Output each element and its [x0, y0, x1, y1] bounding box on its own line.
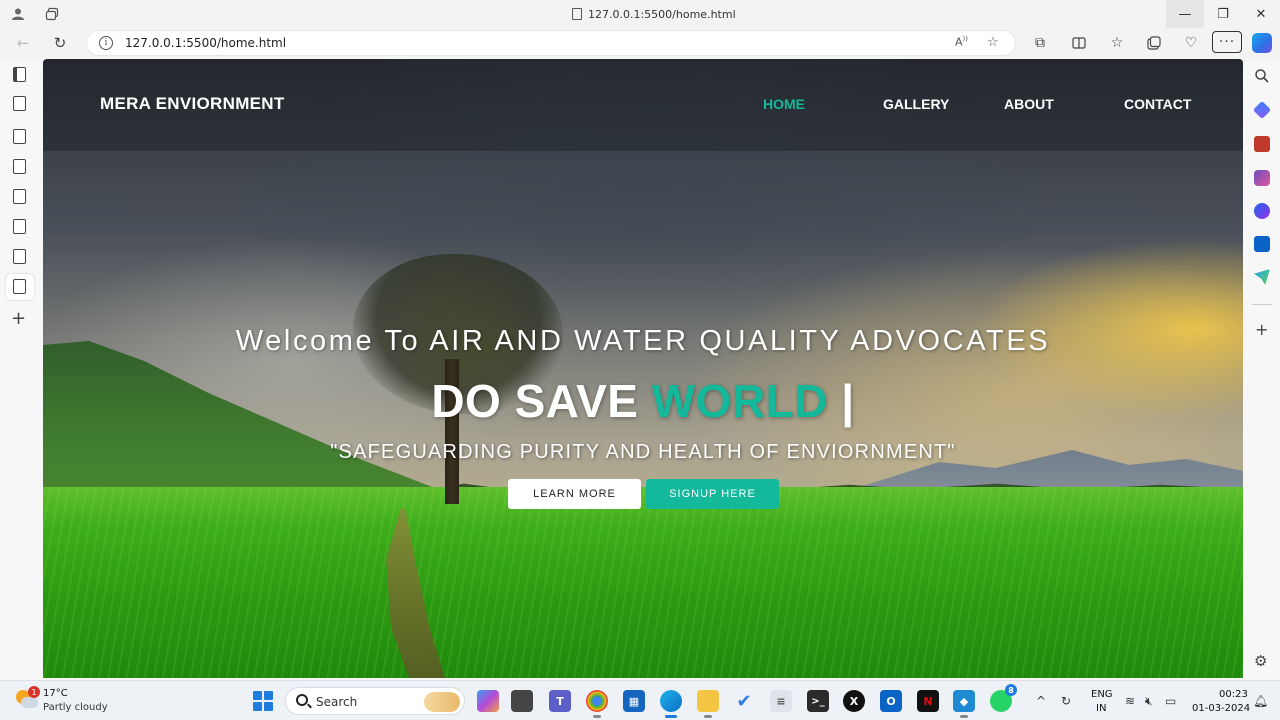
close-button[interactable]: ✕ [1242, 0, 1280, 28]
new-tab-icon[interactable]: + [11, 308, 26, 329]
file-explorer-icon[interactable] [697, 690, 719, 718]
todo-check-icon[interactable]: ✔ [733, 690, 755, 712]
hero-tagline: "SAFEGUARDING PURITY AND HEALTH OF ENVIO… [330, 441, 956, 463]
nav-about[interactable]: ABOUT [1004, 96, 1054, 112]
hero-welcome-text: Welcome To AIR AND WATER QUALITY ADVOCAT… [235, 325, 1051, 357]
browser-title-bar: 127.0.0.1:5500/home.html — ❐ ✕ [0, 0, 1280, 28]
notifications-bell-icon[interactable]: 🔔︎ [1253, 694, 1268, 708]
input-language[interactable]: ENG [1091, 689, 1113, 700]
windows-taskbar: 1 17°C Partly cloudy Search T ▦ ✔ ≡ >_ X… [0, 680, 1280, 720]
back-icon[interactable]: ← [12, 33, 34, 53]
tab-title-text: 127.0.0.1:5500/home.html [588, 7, 736, 21]
search-icon[interactable] [1254, 68, 1270, 84]
nav-contact[interactable]: CONTACT [1124, 96, 1191, 112]
site-info-icon[interactable]: i [99, 36, 113, 50]
favorites-icon[interactable]: ☆ [1106, 33, 1128, 53]
shopping-tag-icon[interactable] [1252, 100, 1272, 120]
show-hidden-icons-chevron-icon[interactable]: ^ [1036, 694, 1046, 708]
weather-badge: 1 [28, 686, 40, 698]
favorite-star-icon[interactable]: ☆ [987, 35, 999, 50]
wifi-icon[interactable]: ≋ [1125, 694, 1135, 708]
sidebar-settings-icon[interactable]: ⚙ [1254, 652, 1267, 670]
url-text[interactable]: 127.0.0.1:5500/home.html [125, 36, 286, 50]
nav-home[interactable]: HOME [763, 96, 805, 112]
headline-accent-word: WORLD [651, 375, 828, 427]
copilot-app-icon[interactable] [477, 690, 499, 712]
battery-icon[interactable]: ▭ [1165, 694, 1176, 708]
settings-more-button[interactable]: ··· [1212, 31, 1242, 53]
sidebar-divider [1252, 304, 1272, 305]
microsoft-365-icon[interactable] [1254, 203, 1270, 219]
learn-more-button[interactable]: LEARN MORE [508, 479, 641, 509]
outlook-icon[interactable] [1254, 236, 1270, 252]
extensions-icon[interactable]: ⧉ [1029, 33, 1051, 53]
netflix-icon[interactable]: N [917, 690, 939, 712]
search-highlight-image [424, 692, 460, 712]
weather-condition[interactable]: Partly cloudy [43, 702, 108, 713]
clock-time[interactable]: 00:23 [1219, 689, 1248, 700]
search-icon [296, 694, 308, 706]
page-viewport: MERA ENVIORNMENT HOME GALLERY ABOUT CONT… [43, 59, 1243, 678]
workspaces-icon[interactable] [42, 4, 62, 24]
chrome-icon[interactable] [586, 690, 608, 718]
address-bar[interactable]: i 127.0.0.1:5500/home.html A)) ☆ [86, 30, 1016, 56]
minimize-button[interactable]: — [1166, 0, 1204, 28]
task-view-icon[interactable] [511, 690, 533, 712]
vertical-tabs-panel: + [0, 58, 42, 678]
typing-cursor: | [828, 375, 855, 427]
tab-page-icon[interactable] [13, 279, 26, 294]
refresh-icon[interactable]: ↻ [49, 33, 71, 53]
edge-icon[interactable] [660, 690, 682, 718]
vscode-icon[interactable]: ◆ [953, 690, 975, 718]
headline-prefix: DO SAVE [431, 375, 652, 427]
tab-actions-icon[interactable] [13, 67, 26, 82]
edge-sidebar: + ⚙ [1244, 58, 1280, 678]
add-sidebar-app-icon[interactable]: + [1255, 320, 1268, 339]
weather-temperature[interactable]: 17°C [43, 688, 68, 699]
copilot-icon[interactable] [1252, 33, 1272, 53]
tab-page-icon[interactable] [13, 189, 26, 204]
games-chess-icon[interactable] [1254, 170, 1270, 186]
tab-page-icon[interactable] [13, 159, 26, 174]
hero-headline: DO SAVE WORLD | [43, 374, 1243, 428]
outlook-new-icon[interactable]: O [880, 690, 902, 712]
active-tab[interactable]: 127.0.0.1:5500/home.html [572, 6, 736, 22]
input-region[interactable]: IN [1096, 703, 1106, 714]
nav-gallery[interactable]: GALLERY [883, 96, 949, 112]
tab-page-icon[interactable] [13, 129, 26, 144]
browser-toolbar: ← ↻ i 127.0.0.1:5500/home.html A)) ☆ ⧉ ☆… [0, 28, 1280, 58]
tab-page-icon[interactable] [13, 219, 26, 234]
maximize-button[interactable]: ❐ [1204, 0, 1242, 28]
tab-page-icon[interactable] [13, 249, 26, 264]
windows-start-icon[interactable] [253, 691, 273, 711]
site-logo[interactable]: MERA ENVIORNMENT [100, 94, 285, 114]
search-label: Search [316, 695, 358, 709]
collections-icon[interactable] [1143, 33, 1165, 53]
read-aloud-icon[interactable]: A)) [955, 35, 968, 49]
volume-muted-icon[interactable]: 🔇︎ [1145, 694, 1153, 709]
tab-page-icon[interactable] [13, 96, 26, 111]
whatsapp-badge: 8 [1005, 684, 1017, 696]
tools-briefcase-icon[interactable] [1254, 136, 1270, 152]
teams-icon[interactable]: T [549, 690, 571, 712]
taskbar-search[interactable]: Search [285, 687, 465, 715]
grass-texture [43, 487, 1243, 678]
microsoft-store-icon[interactable]: ▦ [623, 690, 645, 712]
x-twitter-icon[interactable]: X [843, 690, 865, 712]
browser-essentials-icon[interactable]: ♡ [1180, 33, 1202, 53]
page-icon [572, 8, 582, 20]
whatsapp-icon[interactable]: 8 [990, 684, 1017, 712]
clock-date[interactable]: 01-03-2024 [1192, 703, 1250, 714]
sync-icon[interactable]: ↻ [1061, 694, 1071, 708]
signup-button[interactable]: SIGNUP HERE [646, 479, 779, 509]
site-header: MERA ENVIORNMENT HOME GALLERY ABOUT CONT… [43, 59, 1243, 151]
split-screen-icon[interactable] [1068, 33, 1090, 53]
terminal-icon[interactable]: >_ [807, 690, 829, 712]
profile-icon[interactable] [8, 4, 28, 24]
drop-send-icon[interactable] [1254, 269, 1270, 285]
notepad-icon[interactable]: ≡ [770, 690, 792, 712]
